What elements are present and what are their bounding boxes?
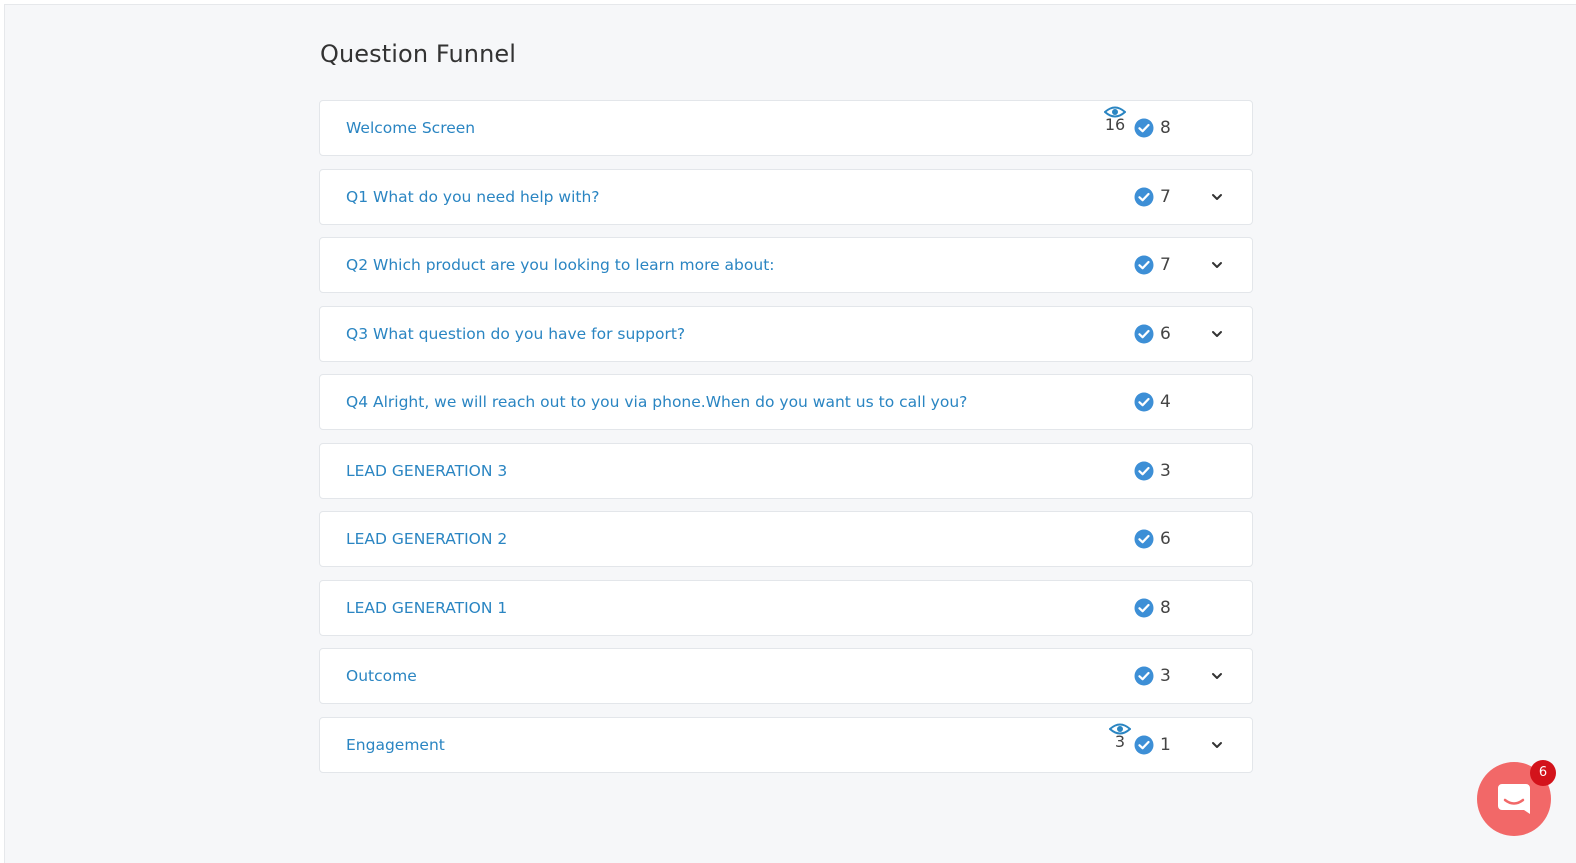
- views-indicator: 16: [1100, 105, 1130, 134]
- funnel-row-label: Q2 Which product are you looking to lear…: [346, 256, 775, 274]
- funnel-row-label: LEAD GENERATION 2: [346, 530, 508, 548]
- funnel-row-label: Engagement: [346, 735, 445, 754]
- funnel-row-label: Q1 What do you need help with?: [346, 187, 600, 206]
- check-circle-icon: [1134, 666, 1154, 686]
- chevron-down-icon[interactable]: [1210, 739, 1224, 751]
- views-count: 16: [1104, 115, 1126, 134]
- funnel-row[interactable]: Q4 Alright, we will reach out to you via…: [319, 374, 1253, 430]
- completion-count: 7: [1160, 186, 1171, 207]
- check-circle-icon: [1134, 118, 1154, 138]
- check-circle-icon: [1134, 461, 1154, 480]
- chevron-down-icon[interactable]: [1210, 328, 1224, 340]
- funnel-row[interactable]: Q3 What question do you have for support…: [319, 305, 1253, 362]
- completion-count: 1: [1160, 734, 1171, 755]
- page-title: Question Funnel: [320, 40, 517, 68]
- check-circle-icon: [1134, 392, 1154, 412]
- views-indicator: 3: [1105, 722, 1135, 751]
- funnel-row[interactable]: Outcome 3: [319, 648, 1253, 704]
- check-circle-icon: [1134, 324, 1154, 343]
- funnel-row-label: Q4 Alright, we will reach out to you via…: [346, 393, 968, 411]
- views-count: 3: [1114, 731, 1126, 751]
- funnel-row-label: Welcome Screen: [346, 119, 476, 137]
- question-funnel-list: Welcome Screen 16 8 Q1 What do you need hel…: [319, 100, 1253, 785]
- check-circle-icon: [1134, 735, 1154, 754]
- chevron-down-icon[interactable]: [1210, 259, 1224, 271]
- chevron-down-icon[interactable]: [1210, 670, 1224, 682]
- funnel-row-label: LEAD GENERATION 1: [346, 598, 508, 617]
- funnel-row[interactable]: LEAD GENERATION 3 3: [319, 442, 1253, 499]
- completion-count: 6: [1160, 529, 1171, 549]
- funnel-row[interactable]: Engagement 3 1: [319, 716, 1253, 773]
- check-circle-icon: [1134, 187, 1154, 206]
- funnel-row[interactable]: Welcome Screen 16 8: [319, 100, 1253, 156]
- funnel-row[interactable]: LEAD GENERATION 1 8: [319, 579, 1253, 636]
- check-circle-icon: [1134, 529, 1154, 549]
- check-circle-icon: [1134, 255, 1154, 275]
- funnel-row[interactable]: LEAD GENERATION 2 6: [319, 511, 1253, 567]
- completion-count: 8: [1160, 118, 1171, 138]
- funnel-row-label: Q3 What question do you have for support…: [346, 324, 686, 343]
- check-circle-icon: [1134, 598, 1154, 617]
- funnel-row-label: Outcome: [346, 667, 417, 685]
- completion-count: 3: [1160, 460, 1171, 481]
- chevron-down-icon[interactable]: [1210, 191, 1224, 203]
- funnel-row[interactable]: Q1 What do you need help with? 7: [319, 168, 1253, 225]
- funnel-row[interactable]: Q2 Which product are you looking to lear…: [319, 237, 1253, 293]
- completion-count: 3: [1160, 666, 1171, 686]
- chat-notification-badge: 6: [1530, 760, 1556, 786]
- funnel-row-label: LEAD GENERATION 3: [346, 461, 508, 480]
- chat-bubble-icon: [1498, 784, 1530, 814]
- completion-count: 4: [1160, 392, 1171, 412]
- completion-count: 8: [1160, 597, 1171, 618]
- completion-count: 7: [1160, 255, 1171, 275]
- completion-count: 6: [1160, 323, 1171, 344]
